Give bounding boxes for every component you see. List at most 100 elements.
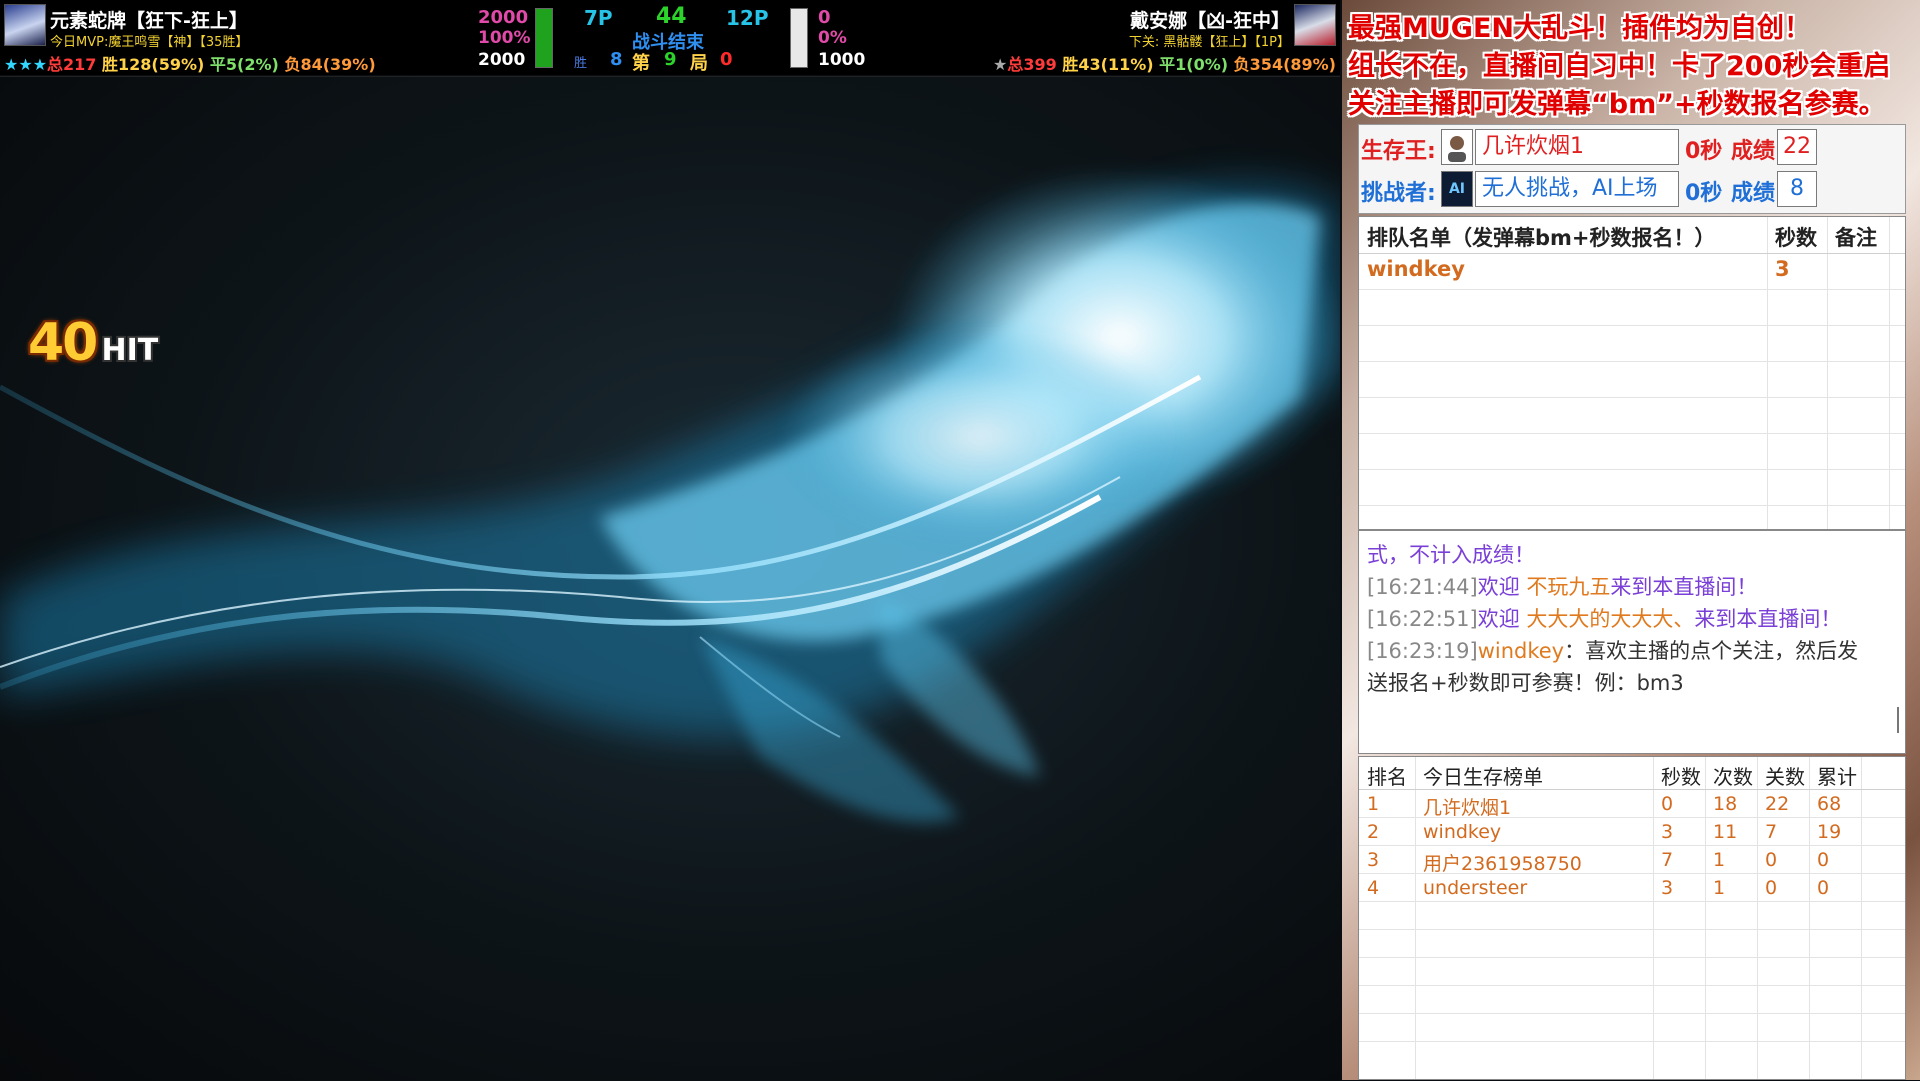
- rank-header-name: 今日生存榜单: [1423, 765, 1543, 789]
- round-extra: 0: [720, 49, 733, 70]
- p2-record-win: 胜43(11%): [1062, 55, 1154, 74]
- chat-message: [16:22:51]欢迎 大大大的大大大、来到本直播间！: [1367, 603, 1841, 633]
- ranking-player-name: 用户2361958750: [1423, 853, 1582, 875]
- chat-message-part: 大大大的大大大、: [1526, 607, 1695, 631]
- chat-message-part: 来到本直播间！: [1694, 607, 1842, 631]
- p1-stars: ★★★: [4, 55, 48, 74]
- p1-life-bar: [535, 8, 553, 68]
- ranking-cell: 0: [1817, 877, 1830, 899]
- king-seconds: 0秒: [1685, 139, 1723, 164]
- ranking-cell: 3: [1661, 821, 1674, 843]
- ranking-cell: 19: [1817, 821, 1842, 843]
- user-icon: [1448, 136, 1466, 162]
- p2-portrait: [1294, 4, 1336, 46]
- p1-life-max: 2000: [478, 50, 526, 70]
- combo-counter: 40 HIT: [28, 313, 158, 373]
- king-score-label: 成绩:: [1731, 139, 1784, 164]
- chat-message-part: 欢迎: [1477, 575, 1527, 599]
- ranking-cell: 7: [1661, 849, 1674, 871]
- challenger-seconds: 0秒: [1685, 181, 1723, 206]
- queue-header-note: 备注: [1835, 226, 1877, 250]
- rank-header-seconds: 秒数: [1661, 765, 1701, 789]
- ranking-table: 排名 今日生存榜单 秒数 次数 关数 累计 1 几许炊烟1 0 18 22 68 2 windkey 3 1…: [1358, 756, 1906, 1080]
- queue-row-seconds: 3: [1775, 257, 1790, 281]
- p1-portrait: [4, 4, 46, 46]
- ranking-cell: 68: [1817, 793, 1842, 815]
- chat-message-part: 式，不计入成绩！: [1367, 543, 1535, 567]
- chat-message-part: [16:21:44]: [1367, 575, 1478, 599]
- ranking-cell: 0: [1765, 877, 1778, 899]
- ranking-player-name: understeer: [1423, 877, 1528, 899]
- chat-message-part: 欢迎: [1477, 607, 1527, 631]
- p1-record-draw: 平5(2%): [209, 55, 279, 74]
- round-number: 9: [664, 49, 677, 70]
- p1-life-bar-fill: [536, 9, 552, 67]
- p2-life-text: 0: [818, 7, 831, 28]
- side-panel: 最强MUGEN大乱斗！插件均为自创！ 组长不在，直播间自习中！卡了200秒会重启…: [1342, 0, 1920, 1080]
- p2-record-loss: 负354(89%): [1233, 55, 1336, 74]
- ranking-cell: 4: [1367, 877, 1380, 899]
- queue-table: 排队名单（发弹幕bm+秒数报名！） 秒数 备注 windkey 3: [1358, 216, 1906, 530]
- queue-header-seconds: 秒数: [1775, 226, 1817, 250]
- wins-count: 8: [610, 49, 623, 70]
- king-avatar: [1441, 129, 1473, 165]
- queue-row-name[interactable]: windkey: [1367, 257, 1465, 281]
- rank-header-count: 次数: [1713, 765, 1753, 789]
- p1-name: 元素蛇牌【狂下-狂上】: [50, 10, 248, 32]
- chat-message: 式，不计入成绩！: [1367, 539, 1535, 569]
- ranking-cell: 1: [1713, 877, 1726, 899]
- ranking-cell: 3: [1661, 877, 1674, 899]
- p2-name: 戴安娜【凶-狂中】: [1130, 10, 1290, 32]
- p2-record-total: 总399: [1007, 55, 1057, 74]
- energy-effect: [0, 167, 1340, 823]
- p1-life-text: 2000: [478, 7, 529, 28]
- wins-label: 胜: [574, 56, 588, 71]
- chat-message-part: [16:22:51]: [1367, 607, 1478, 631]
- chat-message-part: ：喜欢主播的点个关注，然后发: [1564, 639, 1859, 663]
- challenger-name-field: 无人挑战，AI上场: [1475, 171, 1679, 207]
- p1-power-pct: 100%: [478, 28, 531, 48]
- ranking-cell: 0: [1661, 793, 1674, 815]
- rank-header-stages: 关数: [1765, 765, 1805, 789]
- chat-message-part: windkey: [1477, 639, 1565, 663]
- round-prefix: 第: [632, 53, 650, 74]
- challenger-label: 挑战者:: [1361, 181, 1436, 206]
- p2-record: ★总399 胜43(11%) 平1(0%) 负354(89%): [993, 51, 1336, 75]
- chat-scrollbar[interactable]: [1897, 707, 1899, 733]
- chat-message: [16:23:19]windkey：喜欢主播的点个关注，然后发: [1367, 635, 1858, 665]
- banner-line-2: 组长不在，直播间自习中！卡了200秒会重启: [1348, 51, 1891, 82]
- ranking-cell: 3: [1367, 849, 1380, 871]
- ranking-cell: 22: [1765, 793, 1790, 815]
- ranking-cell: 0: [1817, 849, 1830, 871]
- p1-record-loss: 负84(39%): [284, 55, 376, 74]
- chat-log[interactable]: 式，不计入成绩！ [16:21:44]欢迎 不玩九五来到本直播间！ [16:22:5…: [1358, 530, 1906, 754]
- rank-header-total: 累计: [1817, 765, 1857, 789]
- p2-power-pct: 0%: [818, 28, 847, 48]
- king-name-field: 几许炊烟1: [1475, 129, 1679, 165]
- ranking-cell: 7: [1765, 821, 1778, 843]
- ranking-cell: 1: [1367, 793, 1380, 815]
- p2-life-max: 1000: [818, 50, 866, 70]
- matchup-box: 生存王: 几许炊烟1 0秒 成绩: 22 挑战者: AI 无人挑战，AI上场 0…: [1358, 124, 1906, 214]
- ranking-cell: 11: [1713, 821, 1738, 843]
- ranking-cell: 0: [1765, 849, 1778, 871]
- chat-message-part: [16:23:19]: [1367, 639, 1478, 663]
- round-timer: 44: [656, 4, 687, 29]
- challenger-score: 8: [1777, 171, 1817, 207]
- right-player-count: 12P: [726, 6, 769, 30]
- chat-message: 送报名+秒数即可参赛！例：bm3: [1367, 667, 1684, 697]
- p2-next-stage: 下关: 黑骷髅【狂上】【1P】: [1128, 35, 1290, 50]
- ranking-cell: 1: [1713, 849, 1726, 871]
- ranking-player-name: windkey: [1423, 821, 1502, 843]
- left-player-count: 7P: [584, 6, 613, 30]
- round-suffix: 局: [690, 53, 708, 74]
- combo-number: 40: [28, 313, 98, 373]
- game-viewport: 40 HIT: [0, 76, 1340, 1081]
- banner-line-1: 最强MUGEN大乱斗！插件均为自创！: [1348, 13, 1811, 44]
- king-label: 生存王:: [1361, 139, 1436, 164]
- banner-line-3: 关注主播即可发弹幕“bm”+秒数报名参赛。: [1348, 89, 1886, 120]
- ranking-cell: 2: [1367, 821, 1380, 843]
- p2-life-bar-fill: [791, 9, 807, 67]
- chat-message-part: 送报名+秒数即可参赛！例：bm3: [1367, 671, 1684, 695]
- king-score: 22: [1777, 129, 1817, 165]
